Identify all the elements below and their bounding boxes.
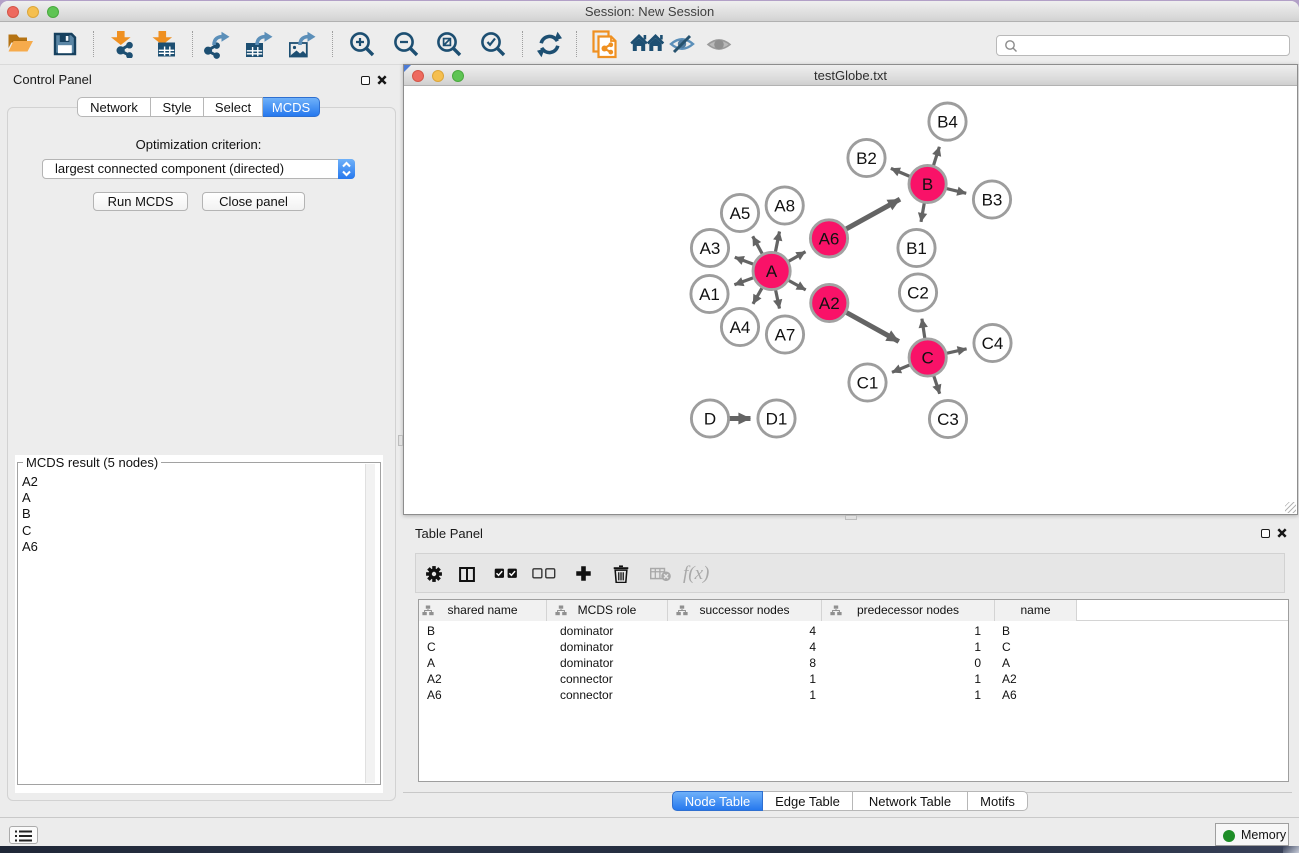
- svg-text:A4: A4: [730, 318, 751, 337]
- svg-text:B: B: [922, 175, 933, 194]
- svg-text:B1: B1: [906, 239, 927, 258]
- svg-text:C: C: [922, 349, 934, 368]
- svg-text:A6: A6: [819, 229, 840, 248]
- svg-text:A8: A8: [774, 197, 795, 216]
- svg-text:A: A: [766, 262, 778, 281]
- svg-text:C1: C1: [857, 374, 879, 393]
- svg-text:B4: B4: [937, 113, 958, 132]
- svg-text:D1: D1: [766, 410, 788, 429]
- svg-text:B3: B3: [982, 191, 1003, 210]
- svg-text:C4: C4: [982, 334, 1004, 353]
- svg-text:A5: A5: [730, 204, 751, 223]
- svg-text:C3: C3: [937, 410, 959, 429]
- svg-text:A2: A2: [819, 294, 840, 313]
- svg-text:A1: A1: [699, 285, 720, 304]
- svg-text:B2: B2: [856, 149, 877, 168]
- svg-text:C2: C2: [907, 284, 929, 303]
- svg-text:A7: A7: [775, 326, 796, 345]
- svg-text:D: D: [704, 410, 716, 429]
- svg-text:A3: A3: [700, 239, 721, 258]
